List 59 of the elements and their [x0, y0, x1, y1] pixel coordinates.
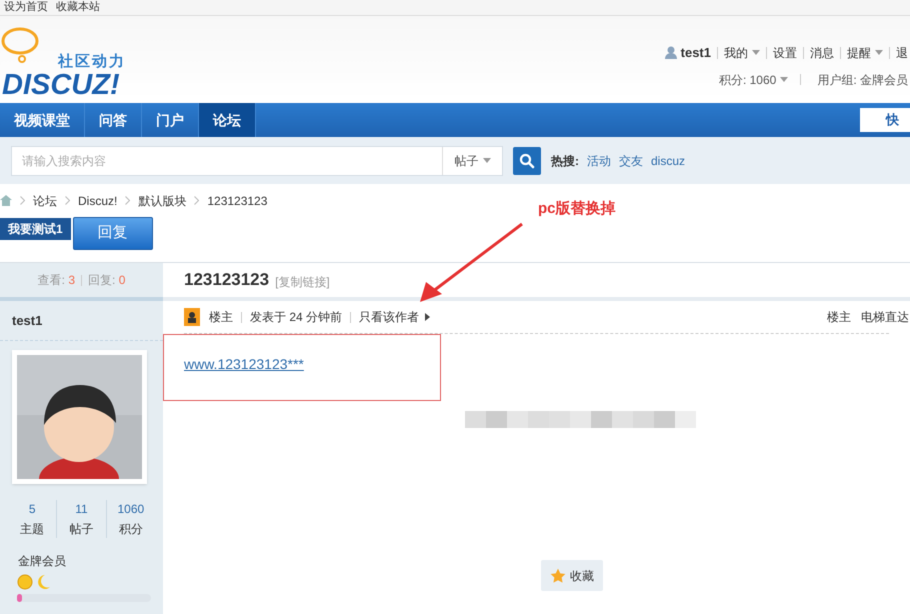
hot-search-link[interactable]: 活动 [587, 152, 611, 170]
stat-value[interactable]: 1060 [117, 500, 144, 518]
author-name[interactable]: test1 [12, 310, 42, 330]
user-menu-link[interactable]: 我的 [724, 44, 760, 62]
user-icon [664, 46, 677, 60]
search-type-select[interactable]: 帖子 [454, 152, 490, 170]
search-field[interactable]: 请输入搜索内容 帖子 [11, 146, 503, 176]
breadcrumb-link[interactable]: 123123123 [207, 192, 268, 210]
stat-value[interactable]: 11 [75, 500, 88, 518]
caret-icon [752, 50, 760, 56]
caret-icon [780, 77, 788, 82]
user-menu-link[interactable]: 退 [896, 44, 908, 62]
user-group: 用户组: 金牌会员 [817, 70, 908, 88]
user-group-label: 金牌会员 [18, 553, 67, 570]
top-link[interactable]: 设为首页 [4, 1, 48, 14]
chevron-icon [194, 196, 200, 205]
chevron-icon [65, 196, 70, 205]
username-link[interactable]: test1 [680, 43, 711, 62]
user-menu-link[interactable]: 消息 [810, 44, 834, 62]
stat-value[interactable]: 5 [28, 500, 36, 518]
quick-button[interactable]: 快 [860, 108, 910, 132]
views-count: 查看: 3 [38, 272, 75, 289]
content-link[interactable]: www.123123123*** [184, 356, 304, 372]
user-menu-link[interactable]: 设置 [773, 44, 797, 62]
level-icons [17, 574, 51, 590]
nav-tab[interactable]: 论坛 [199, 103, 256, 137]
star-icon [550, 568, 566, 584]
hot-search-label: 热搜: [551, 152, 579, 170]
author-badge-icon [184, 308, 200, 326]
new-post-button[interactable]: 我要测试1 [0, 218, 71, 240]
reply-button[interactable]: 回复 [72, 217, 153, 250]
stat-label: 主题 [20, 521, 44, 538]
credits-link[interactable]: 积分: 1060 [718, 70, 788, 88]
breadcrumb-link[interactable]: Discuz! [78, 192, 118, 210]
only-author-link[interactable]: 只看该作者 [359, 308, 420, 326]
chevron-icon [125, 196, 130, 205]
annotation-text: pc版替换掉 [538, 199, 616, 219]
arrow-icon [425, 313, 430, 321]
caret-icon [482, 158, 490, 163]
favorite-button[interactable]: 收藏 [541, 560, 603, 591]
jump-link[interactable]: 电梯直达 [861, 308, 909, 326]
search-button[interactable] [513, 146, 541, 174]
replies-count: 回复: 0 [88, 272, 126, 289]
search-icon [519, 152, 535, 168]
floor-label[interactable]: 楼主 [827, 308, 851, 326]
stat-label: 帖子 [69, 521, 94, 538]
breadcrumb-link[interactable]: 论坛 [33, 192, 57, 210]
stat-label: 积分 [118, 521, 143, 538]
post-time: 发表于 24 分钟前 [250, 309, 342, 326]
chevron-icon [20, 196, 25, 205]
home-icon [0, 195, 12, 206]
owner-label: 楼主 [209, 309, 233, 326]
user-menu-link[interactable]: 提醒 [847, 44, 883, 62]
hot-search-link[interactable]: 交友 [619, 152, 643, 170]
top-link[interactable]: 收藏本站 [56, 1, 100, 14]
thread-title: 123123123 [184, 269, 270, 292]
caret-icon [875, 50, 883, 56]
hot-search-link[interactable]: discuz [651, 152, 686, 170]
breadcrumb-link[interactable]: 默认版块 [138, 192, 186, 210]
